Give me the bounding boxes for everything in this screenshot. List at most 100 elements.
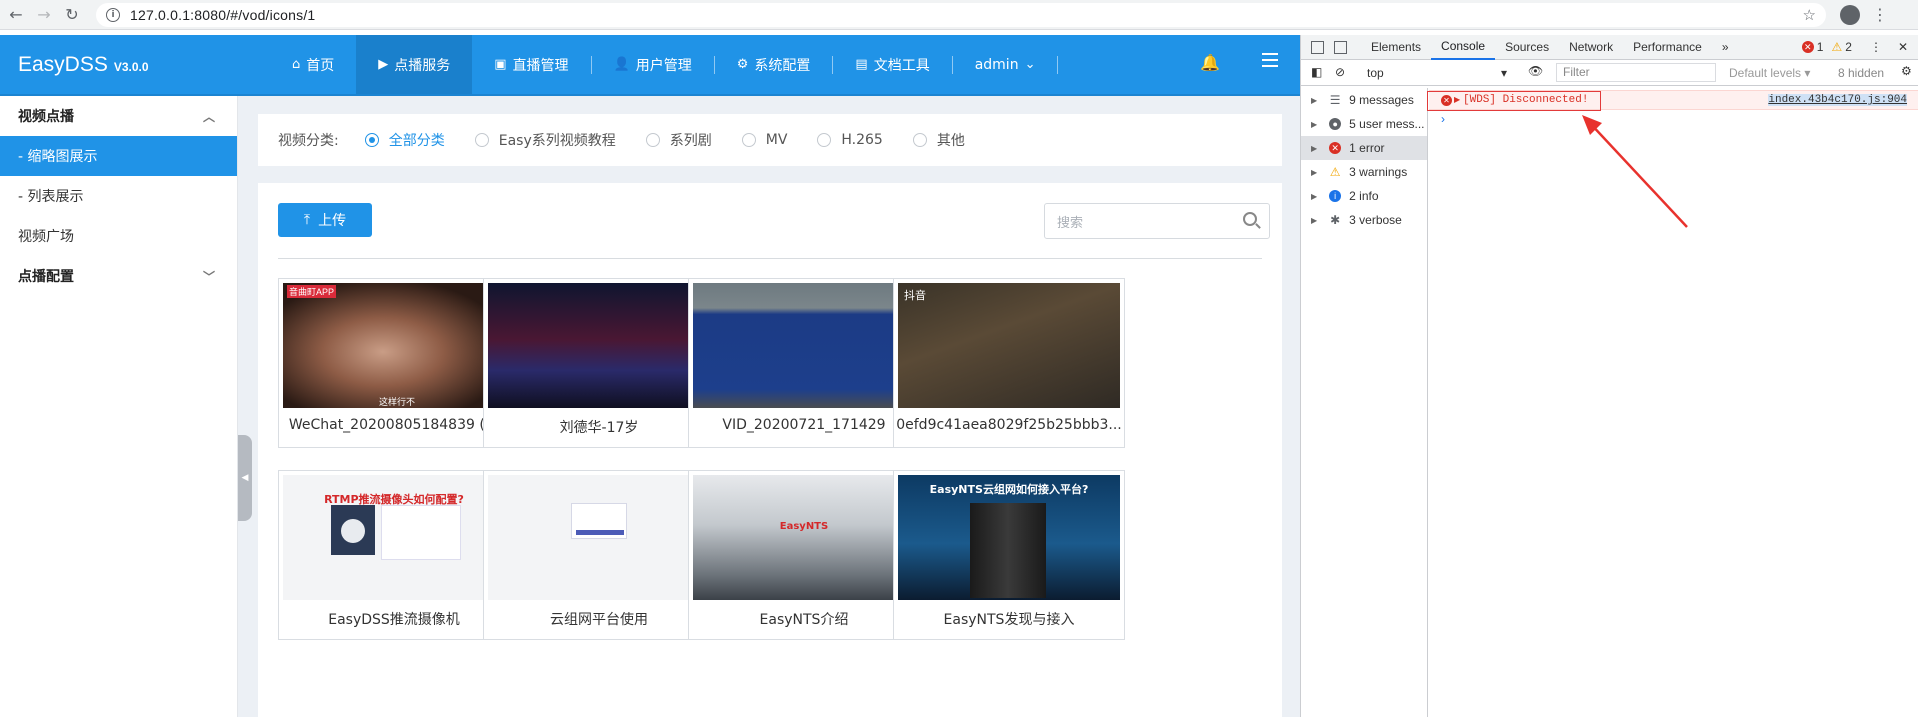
video-card[interactable]: 音曲町APP 这样行不 WeChat_20200805184839 (1)	[278, 278, 510, 448]
address-bar[interactable]: i 127.0.0.1:8080/#/vod/icons/1 ☆	[96, 2, 1826, 27]
video-thumbnail[interactable]: 音曲町APP 这样行不	[283, 283, 505, 408]
radio-label: 全部分类	[388, 133, 445, 149]
more-tabs-icon[interactable]: »	[1712, 35, 1739, 60]
nav-home[interactable]: ⌂ 首页	[270, 35, 356, 94]
video-thumbnail[interactable]: 抖音	[898, 283, 1120, 408]
sidebar-collapse-handle[interactable]: ◀	[238, 435, 252, 521]
video-title[interactable]: 云组网平台使用	[484, 609, 714, 629]
sidebar-group-config[interactable]: 点播配置 ﹀	[0, 256, 237, 296]
search-icon[interactable]	[1243, 212, 1257, 226]
radio-dot	[364, 133, 379, 147]
sidebar-toggle-icon[interactable]: ◧	[1311, 65, 1322, 79]
inspect-element-icon[interactable]	[1311, 40, 1324, 54]
back-icon[interactable]: ←	[4, 3, 28, 27]
console-filter-input[interactable]: Filter	[1556, 63, 1716, 82]
radio-mv[interactable]: MV	[741, 132, 787, 148]
console-sidebar-item-errors[interactable]: ▶ ✕ 1 error	[1301, 136, 1427, 160]
nav-vod[interactable]: ▶ 点播服务	[356, 35, 473, 94]
warning-count[interactable]: 2	[1845, 40, 1852, 54]
camera-image	[331, 505, 375, 555]
video-thumbnail[interactable]	[488, 475, 710, 600]
context-select[interactable]: top ▾	[1367, 66, 1507, 80]
radio-all[interactable]: 全部分类	[364, 130, 445, 150]
console-sidebar-item-verbose[interactable]: ▶ ✱ 3 verbose	[1301, 208, 1427, 232]
nav-admin-dropdown[interactable]: admin ⌄	[953, 35, 1058, 94]
devtools-menu-icon[interactable]: ⋮	[1870, 40, 1882, 54]
console-sidebar-label: 9 messages	[1349, 93, 1414, 107]
sidebar-item-square[interactable]: 视频广场	[0, 216, 237, 256]
profile-avatar-icon[interactable]	[1840, 4, 1860, 25]
video-card[interactable]: 抖音 0efd9c41aea8029f25b25bbb3...	[893, 278, 1125, 448]
expand-icon: ▶	[1311, 167, 1318, 177]
video-thumbnail[interactable]: EasyNTS	[693, 475, 915, 600]
video-title[interactable]: EasyDSS推流摄像机	[279, 609, 509, 629]
site-info-icon[interactable]: i	[106, 7, 120, 22]
nav-label: 首页	[306, 57, 335, 74]
nav-docs[interactable]: ▤ 文档工具	[833, 35, 951, 94]
bell-icon[interactable]: 🔔	[1200, 53, 1220, 72]
console-settings-icon[interactable]: ⚙	[1901, 64, 1912, 78]
nav-settings[interactable]: ⚙ 系统配置	[715, 35, 833, 94]
url-text[interactable]: 127.0.0.1:8080/#/vod/icons/1	[130, 7, 315, 23]
server-device-image	[970, 503, 1046, 598]
brand-logo[interactable]: EasyDSS V3.0.0	[18, 53, 149, 77]
sidebar-item-list[interactable]: - 列表展示	[0, 176, 237, 216]
bug-icon: ✱	[1330, 213, 1341, 227]
nav-live[interactable]: ▣ 直播管理	[472, 35, 590, 94]
error-icon: ✕	[1329, 142, 1342, 154]
video-thumbnail[interactable]: EasyNTS云组网如何接入平台?	[898, 475, 1120, 600]
forward-icon[interactable]: →	[32, 3, 56, 27]
console-sidebar-item-messages[interactable]: ▶ ☰ 9 messages	[1301, 88, 1427, 112]
video-content-panel: ⤒ 上传 搜索 音曲町APP 这样行不 WeChat_20200805184839…	[258, 183, 1282, 717]
console-prompt-icon[interactable]: ›	[1441, 112, 1445, 126]
console-sidebar-item-user[interactable]: ▶ ● 5 user mess...	[1301, 112, 1427, 136]
video-card[interactable]: 刘德华-17岁	[483, 278, 715, 448]
video-thumbnail[interactable]	[488, 283, 710, 408]
radio-h265[interactable]: H.265	[817, 132, 883, 148]
video-card[interactable]: EasyNTS云组网如何接入平台? EasyNTS发现与接入	[893, 470, 1125, 640]
video-thumbnail[interactable]: RTMP推流摄像头如何配置?	[283, 475, 505, 600]
tab-network[interactable]: Network	[1559, 35, 1623, 60]
search-input[interactable]: 搜索	[1044, 203, 1270, 239]
sidebar-item-thumbnails[interactable]: - 缩略图展示	[0, 136, 237, 176]
video-title[interactable]: EasyNTS介绍	[689, 609, 919, 629]
sidebar-group-vod[interactable]: 视频点播 ︿	[0, 96, 237, 136]
thumb-watermark: 音曲町APP	[287, 285, 337, 298]
warning-badge-icon: ⚠	[1831, 40, 1843, 54]
upload-button[interactable]: ⤒ 上传	[278, 203, 372, 237]
eye-icon[interactable]: 👁	[1528, 64, 1543, 78]
video-thumbnail[interactable]	[693, 283, 915, 408]
radio-easy-tutorials[interactable]: Easy系列视频教程	[474, 130, 616, 150]
console-sidebar-item-info[interactable]: ▶ i 2 info	[1301, 184, 1427, 208]
video-card[interactable]: VID_20200721_171429	[688, 278, 920, 448]
console-sidebar-item-warnings[interactable]: ▶ ⚠ 3 warnings	[1301, 160, 1427, 184]
browser-menu-icon[interactable]: ⋮	[1872, 5, 1888, 24]
tab-sources[interactable]: Sources	[1495, 35, 1559, 60]
video-title[interactable]: 0efd9c41aea8029f25b25bbb3...	[894, 417, 1124, 433]
error-count[interactable]: 1	[1817, 40, 1824, 54]
radio-other[interactable]: 其他	[912, 130, 965, 150]
nav-users[interactable]: 👤 用户管理	[592, 35, 714, 94]
chevron-down-icon: ﹀	[202, 270, 215, 284]
reload-icon[interactable]: ↻	[60, 3, 84, 27]
radio-series[interactable]: 系列剧	[645, 130, 712, 150]
log-levels-dropdown[interactable]: Default levels ▾	[1729, 66, 1810, 80]
brand-name: EasyDSS	[18, 53, 108, 76]
video-title[interactable]: WeChat_20200805184839 (1)	[279, 417, 509, 433]
video-title[interactable]: VID_20200721_171429	[689, 417, 919, 433]
video-title[interactable]: 刘德华-17岁	[484, 417, 714, 437]
bookmark-star-icon[interactable]: ☆	[1803, 6, 1816, 24]
close-icon[interactable]: ✕	[1898, 40, 1908, 54]
tab-elements[interactable]: Elements	[1361, 35, 1431, 60]
video-card[interactable]: RTMP推流摄像头如何配置? EasyDSS推流摄像机	[278, 470, 510, 640]
video-card[interactable]: 云组网平台使用	[483, 470, 715, 640]
device-toolbar-icon[interactable]	[1334, 40, 1347, 54]
sidebar-item-label: - 列表展示	[18, 189, 84, 205]
tab-performance[interactable]: Performance	[1623, 35, 1712, 60]
tab-console[interactable]: Console	[1431, 35, 1496, 60]
clear-console-icon[interactable]: ⊘	[1335, 65, 1345, 79]
video-card[interactable]: EasyNTS EasyNTS介绍	[688, 470, 920, 640]
hamburger-menu-icon[interactable]	[1262, 53, 1278, 71]
video-title[interactable]: EasyNTS发现与接入	[894, 609, 1124, 629]
console-source-link[interactable]: index.43b4c170.js:904	[1768, 94, 1907, 106]
